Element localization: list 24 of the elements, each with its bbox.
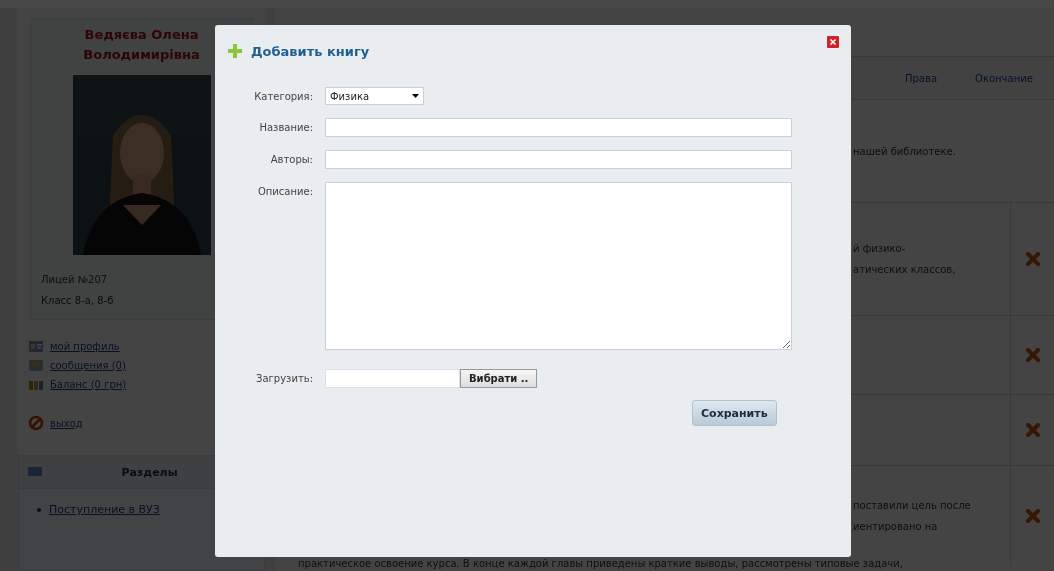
user-link[interactable]: сообщения (0) bbox=[50, 359, 126, 371]
user-link[interactable]: выход bbox=[50, 417, 83, 429]
save-button[interactable]: Сохранить bbox=[692, 400, 777, 426]
field-label: Категория: bbox=[253, 90, 313, 102]
input-field[interactable] bbox=[325, 150, 792, 169]
step-label: Права bbox=[905, 72, 938, 84]
category-select[interactable]: Физика bbox=[325, 87, 424, 105]
step-label: Окончание bbox=[975, 72, 1033, 84]
field-label: Авторы: bbox=[269, 153, 313, 165]
caret-icon bbox=[412, 94, 419, 98]
user-link[interactable]: Баланс (0 грн) bbox=[50, 378, 127, 390]
student-name: Ведяєва Олена Володимирівна bbox=[82, 26, 201, 64]
file-path-field[interactable] bbox=[325, 369, 460, 388]
input-field[interactable] bbox=[325, 118, 792, 137]
plus-icon bbox=[227, 43, 243, 59]
field-label: Загрузить: bbox=[255, 372, 313, 384]
dialog-title: Добавить книгу bbox=[251, 43, 371, 59]
field-label: Описание: bbox=[256, 185, 313, 197]
section-link[interactable]: Поступление в ВУЗ bbox=[49, 503, 160, 516]
user-link[interactable]: мой профиль bbox=[50, 340, 120, 352]
close-icon[interactable] bbox=[827, 36, 839, 48]
field-label: Название: bbox=[258, 121, 313, 133]
browse-button[interactable]: Вибрати .. bbox=[460, 369, 538, 388]
description-field[interactable] bbox=[325, 182, 792, 350]
